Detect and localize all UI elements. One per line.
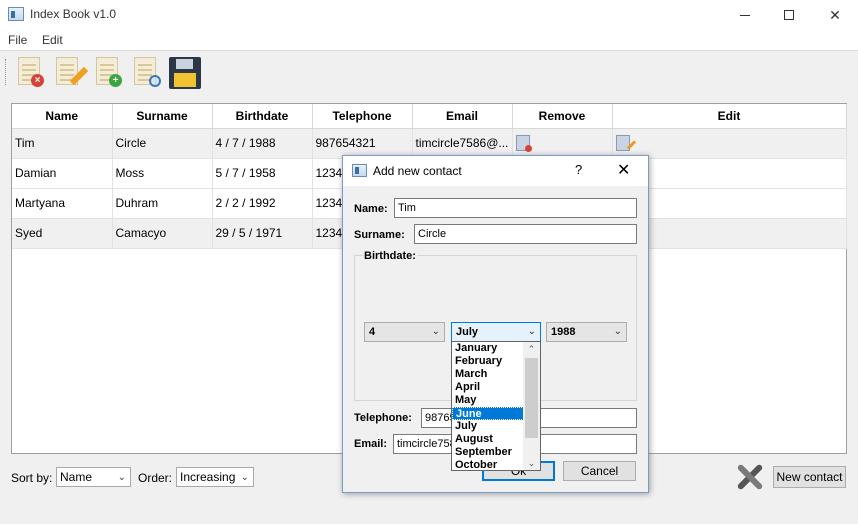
floppy-disk-icon [169,57,201,89]
cell-name[interactable]: Syed [12,218,113,249]
name-field[interactable]: Tim [394,198,637,218]
month-option-april[interactable]: April [452,381,524,394]
sort-by-select[interactable]: Name ⌄ [56,467,131,487]
order-label: Order: [138,471,173,485]
delete-contact-button[interactable]: × [12,54,48,90]
delete-badge-icon: × [31,74,44,87]
toolbar-grip[interactable] [5,59,8,85]
chevron-down-icon: ⌄ [431,326,440,337]
day-value: 4 [369,326,376,338]
scroll-up-icon[interactable]: ⌃ [523,342,540,356]
menu-file[interactable]: File [8,33,27,47]
cell-surname[interactable]: Moss [112,158,213,189]
column-header-email[interactable]: Email [412,104,513,129]
cell-birthdate[interactable]: 4 / 7 / 1988 [212,128,313,159]
year-value: 1988 [551,326,576,338]
cell-birthdate[interactable]: 5 / 7 / 1958 [212,158,313,189]
dialog-title-bar: Add new contact ? ✕ [343,156,648,186]
cancel-button[interactable]: Cancel [563,461,636,481]
day-select[interactable]: 4 ⌄ [364,322,445,342]
cell-surname[interactable]: Camacyo [112,218,213,249]
month-option-march[interactable]: March [452,368,524,381]
close-icon: ✕ [829,6,841,23]
maximize-icon [784,10,794,20]
month-dropdown-list[interactable]: January February March April May June Ju… [451,341,541,471]
dialog-title: Add new contact [373,164,462,178]
column-header-birthdate[interactable]: Birthdate [212,104,313,129]
save-button[interactable] [166,54,202,90]
column-header-name[interactable]: Name [12,104,113,129]
menu-bar: File Edit [0,30,858,50]
dropdown-scrollbar[interactable]: ⌃ ⌄ [523,342,540,470]
name-label: Name: [354,203,388,215]
year-select[interactable]: 1988 ⌄ [546,322,627,342]
month-option-may[interactable]: May [452,394,524,407]
search-contact-button[interactable] [128,54,164,90]
cell-remove[interactable] [512,128,613,159]
window-title: Index Book v1.0 [30,7,117,21]
column-header-remove[interactable]: Remove [512,104,613,129]
cell-edit[interactable] [612,128,847,159]
minimize-button[interactable] [722,0,768,30]
sort-by-value: Name [60,470,93,484]
column-header-edit[interactable]: Edit [612,104,847,129]
edit-row-icon[interactable] [615,135,636,151]
order-value: Increasing [180,470,236,484]
chevron-down-icon: ⌄ [117,472,126,483]
month-select[interactable]: July ⌄ [451,322,541,342]
month-value: July [456,326,479,338]
cell-birthdate[interactable]: 29 / 5 / 1971 [212,218,313,249]
month-option-february[interactable]: February [452,355,524,368]
month-option-september[interactable]: September [452,446,524,459]
month-option-january[interactable]: January [452,342,524,355]
dialog-app-icon [352,164,367,177]
cell-surname[interactable]: Circle [112,128,213,159]
email-label: Email: [354,438,388,450]
dialog-close-button[interactable]: ✕ [617,160,630,180]
column-header-surname[interactable]: Surname [112,104,213,129]
cell-name[interactable]: Damian [12,158,113,189]
sort-by-label: Sort by: [11,471,53,485]
title-bar: Index Book v1.0 ✕ [0,0,858,30]
scroll-down-icon[interactable]: ⌄ [523,456,540,470]
chevron-down-icon: ⌄ [527,326,536,337]
cell-telephone[interactable]: 987654321 [312,128,413,159]
cell-email[interactable]: timcircle7586@... [412,128,513,159]
app-icon [8,7,24,21]
surname-label: Surname: [354,229,405,241]
plus-badge-icon: + [109,74,122,87]
month-option-july[interactable]: July [452,420,524,433]
help-button[interactable]: ? [575,162,582,177]
cell-surname[interactable]: Duhram [112,188,213,219]
toolbar: × + [0,50,858,92]
table-header-row: Name Surname Birthdate Telephone Email R… [12,104,847,129]
menu-edit[interactable]: Edit [42,33,63,47]
remove-row-icon[interactable] [515,135,532,152]
telephone-label: Telephone: [354,412,412,424]
magnifier-icon [149,75,161,87]
cell-name[interactable]: Martyana [12,188,113,219]
add-contact-button[interactable]: + [90,54,126,90]
column-header-telephone[interactable]: Telephone [312,104,413,129]
order-select[interactable]: Increasing ⌄ [176,467,254,487]
month-option-october[interactable]: October [452,459,524,470]
tools-icon[interactable] [732,459,768,495]
close-window-button[interactable]: ✕ [812,0,858,30]
month-option-june[interactable]: June [452,407,524,420]
surname-field[interactable]: Circle [414,224,637,244]
chevron-down-icon: ⌄ [613,326,622,337]
cell-name[interactable]: Tim [12,128,113,159]
edit-contact-button[interactable] [50,54,89,90]
month-option-august[interactable]: August [452,433,524,446]
cell-birthdate[interactable]: 2 / 2 / 1992 [212,188,313,219]
table-row[interactable]: Tim Circle 4 / 7 / 1988 987654321 timcir… [12,128,847,159]
minimize-icon [740,14,750,16]
chevron-down-icon: ⌄ [240,472,249,483]
maximize-button[interactable] [766,0,812,30]
scrollbar-thumb[interactable] [525,358,538,438]
new-contact-button[interactable]: New contact [773,466,846,488]
birthdate-label: Birthdate: [363,250,417,262]
